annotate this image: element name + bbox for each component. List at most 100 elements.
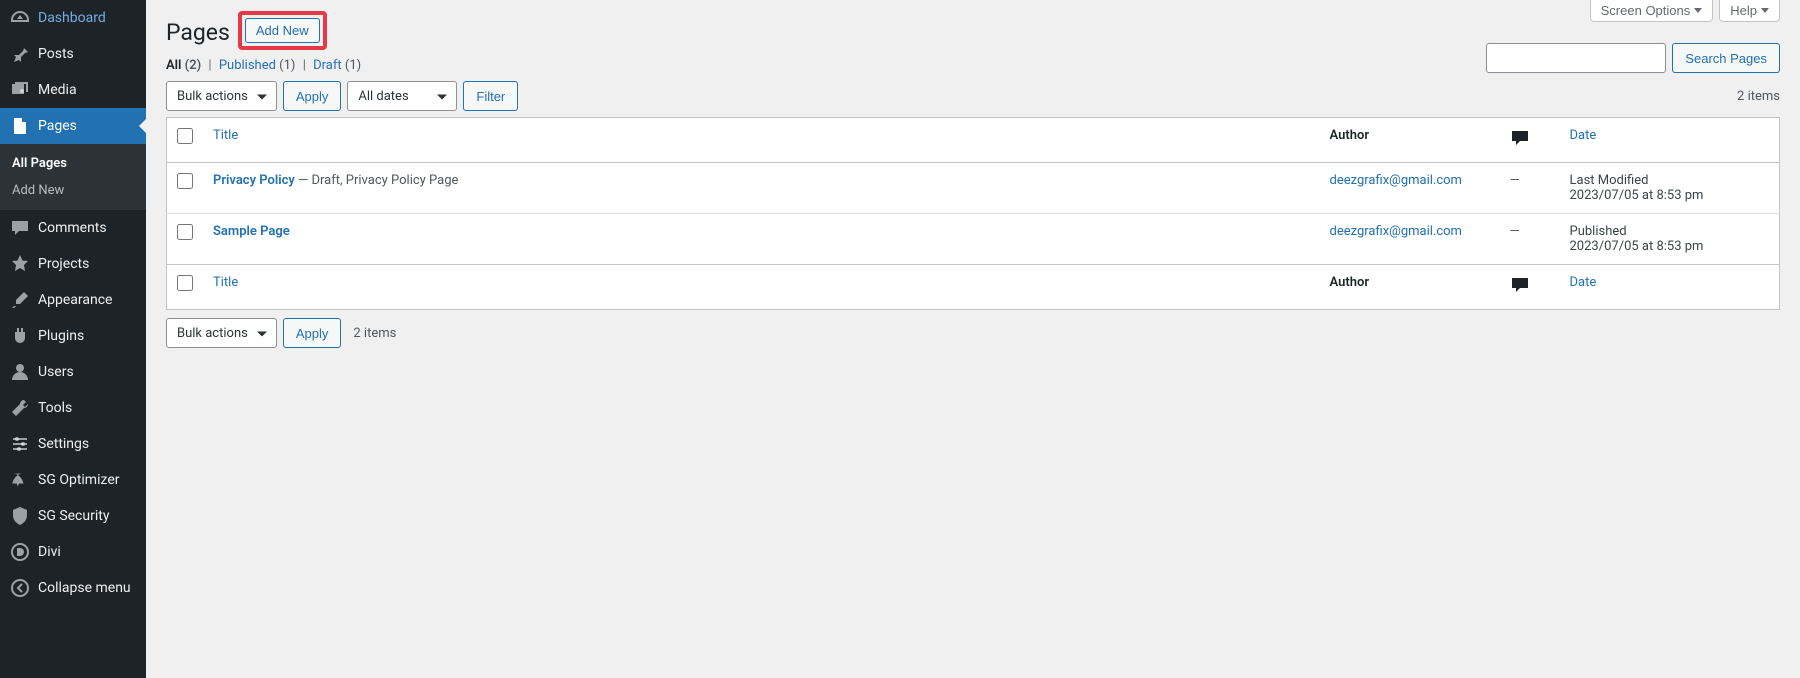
apply-button-top[interactable]: Apply (283, 81, 342, 111)
row-comments-dash: — (1510, 224, 1520, 239)
tablenav-bottom: Bulk actions Apply 2 items (166, 318, 1780, 348)
highlight-annotation: Add New (238, 11, 327, 50)
row-date-status: Last Modified (1570, 173, 1649, 188)
sidebar-item-label: Posts (38, 46, 74, 62)
wrench-icon (10, 398, 30, 418)
search-row: Search Pages (166, 43, 1780, 73)
sidebar-item-posts[interactable]: Posts (0, 36, 146, 72)
help-button[interactable]: Help (1719, 0, 1780, 22)
sidebar-item-appearance[interactable]: Appearance (0, 282, 146, 318)
shield-icon (10, 506, 30, 526)
row-author-link[interactable]: deezgrafix@gmail.com (1330, 224, 1462, 239)
column-header-date[interactable]: Date (1560, 118, 1780, 163)
items-count-bottom: 2 items (353, 326, 396, 341)
sidebar-item-sg-optimizer[interactable]: SG Optimizer (0, 462, 146, 498)
filter-published[interactable]: Published (1) (219, 58, 296, 73)
pages-table: Title Author Date Privacy Policy — Draft… (166, 117, 1780, 310)
sidebar-item-label: Appearance (38, 292, 112, 308)
admin-sidebar: Dashboard Posts Media Pages All Pages Ad… (0, 0, 146, 678)
sidebar-item-dashboard[interactable]: Dashboard (0, 0, 146, 36)
screen-options-label: Screen Options (1601, 3, 1691, 18)
sidebar-item-pages[interactable]: Pages (0, 108, 146, 144)
page-icon (10, 116, 30, 136)
user-icon (10, 362, 30, 382)
submenu-item-all-pages[interactable]: All Pages (0, 150, 146, 177)
sidebar-item-label: Settings (38, 436, 89, 452)
date-filter-select[interactable]: All dates (347, 81, 457, 111)
sidebar-item-label: Media (38, 82, 77, 98)
submenu-item-add-new[interactable]: Add New (0, 177, 146, 204)
divi-icon (10, 542, 30, 562)
filter-button[interactable]: Filter (463, 81, 518, 111)
brush-icon (10, 290, 30, 310)
items-count-top: 2 items (1737, 89, 1780, 104)
screen-meta-links: Screen Options Help (1590, 0, 1780, 22)
sidebar-item-label: Collapse menu (38, 580, 131, 596)
collapse-icon (10, 578, 30, 598)
select-all-top[interactable] (177, 128, 193, 144)
star-icon (10, 254, 30, 274)
sidebar-item-sg-security[interactable]: SG Security (0, 498, 146, 534)
page-title: Pages (166, 10, 230, 50)
select-all-bottom[interactable] (177, 275, 193, 291)
plug-icon (10, 326, 30, 346)
sidebar-item-collapse[interactable]: Collapse menu (0, 570, 146, 606)
sidebar-item-label: Pages (38, 118, 77, 134)
row-title-link[interactable]: Privacy Policy (213, 173, 295, 188)
row-title-link[interactable]: Sample Page (213, 224, 290, 239)
chevron-down-icon (1694, 8, 1702, 13)
table-row: Privacy Policy — Draft, Privacy Policy P… (167, 163, 1780, 214)
sidebar-item-label: SG Optimizer (38, 472, 119, 488)
dashboard-icon (10, 8, 30, 28)
media-icon (10, 80, 30, 100)
column-footer-date[interactable]: Date (1560, 265, 1780, 310)
search-pages-button[interactable]: Search Pages (1672, 43, 1780, 73)
filter-all[interactable]: All (2) (166, 58, 201, 73)
column-footer-author: Author (1320, 265, 1500, 310)
main-content: Screen Options Help Pages Add New All (2… (146, 0, 1800, 678)
bulk-actions-select-bottom[interactable]: Bulk actions (166, 318, 277, 348)
bulk-actions-select-top[interactable]: Bulk actions (166, 81, 277, 111)
row-post-state: — Draft, Privacy Policy Page (295, 173, 459, 188)
sidebar-item-label: Users (38, 364, 74, 380)
sidebar-submenu-pages: All Pages Add New (0, 144, 146, 210)
filter-draft[interactable]: Draft (1) (313, 58, 361, 73)
row-checkbox[interactable] (177, 224, 193, 240)
row-checkbox[interactable] (177, 173, 193, 189)
row-date-status: Published (1570, 224, 1627, 239)
tablenav-top: Bulk actions Apply All dates Filter 2 it… (166, 81, 1780, 111)
apply-button-bottom[interactable]: Apply (283, 318, 342, 348)
comment-bubble-icon (1510, 284, 1530, 299)
sidebar-item-label: Projects (38, 256, 89, 272)
sidebar-item-tools[interactable]: Tools (0, 390, 146, 426)
sidebar-item-label: Dashboard (38, 10, 106, 26)
sidebar-item-divi[interactable]: Divi (0, 534, 146, 570)
row-author-link[interactable]: deezgrafix@gmail.com (1330, 173, 1462, 188)
chevron-down-icon (1761, 8, 1769, 13)
sidebar-item-label: Divi (38, 544, 61, 560)
search-input[interactable] (1486, 43, 1666, 73)
sidebar-item-comments[interactable]: Comments (0, 210, 146, 246)
add-new-button[interactable]: Add New (245, 18, 320, 43)
sidebar-item-settings[interactable]: Settings (0, 426, 146, 462)
sidebar-item-label: Plugins (38, 328, 84, 344)
sidebar-item-label: SG Security (38, 508, 109, 524)
sidebar-item-plugins[interactable]: Plugins (0, 318, 146, 354)
pin-icon (10, 44, 30, 64)
sliders-icon (10, 434, 30, 454)
comment-icon (10, 218, 30, 238)
sidebar-item-media[interactable]: Media (0, 72, 146, 108)
column-footer-title[interactable]: Title (203, 265, 1320, 310)
sidebar-item-projects[interactable]: Projects (0, 246, 146, 282)
sidebar-item-users[interactable]: Users (0, 354, 146, 390)
column-header-author: Author (1320, 118, 1500, 163)
sidebar-item-label: Comments (38, 220, 107, 236)
help-label: Help (1730, 3, 1757, 18)
column-header-title[interactable]: Title (203, 118, 1320, 163)
column-header-comments (1500, 118, 1560, 163)
row-date-value: 2023/07/05 at 8:53 pm (1570, 188, 1704, 203)
screen-options-button[interactable]: Screen Options (1590, 0, 1714, 22)
column-footer-comments (1500, 265, 1560, 310)
row-comments-dash: — (1510, 173, 1520, 188)
comment-bubble-icon (1510, 137, 1530, 152)
